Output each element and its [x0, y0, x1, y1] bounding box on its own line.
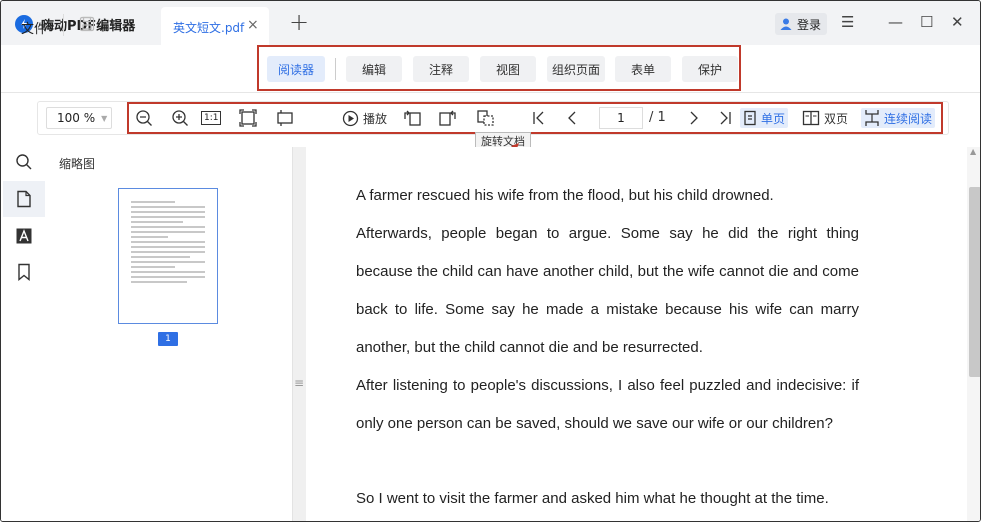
double-page-button[interactable]: 双页 — [802, 108, 848, 128]
text-icon[interactable] — [15, 227, 33, 249]
login-button[interactable]: 登录 — [775, 13, 828, 35]
minimize-button[interactable]: — — [888, 13, 903, 31]
actual-size-label: 1:1 — [201, 111, 222, 125]
last-page-icon[interactable] — [717, 108, 733, 128]
zoom-value: 100 % — [57, 111, 96, 125]
page-number-badge: 1 — [158, 332, 178, 346]
maximize-button[interactable]: ☐ — [920, 13, 933, 31]
ribbon-tab-edit[interactable]: 编辑 — [346, 56, 402, 82]
play-icon — [342, 110, 359, 126]
page-thumbnail[interactable] — [118, 188, 218, 324]
document-tab[interactable]: 英文短文.pdf × — [161, 7, 269, 45]
document-paragraph: Afterwards, people began to argue. Some … — [356, 225, 859, 356]
previous-page-icon[interactable] — [564, 108, 580, 128]
double-page-label: 双页 — [824, 111, 849, 126]
scroll-up-icon[interactable]: ▲ — [970, 147, 976, 156]
ribbon-tab-view[interactable]: 视图 — [480, 56, 536, 82]
fit-width-icon[interactable] — [276, 108, 294, 128]
single-page-button[interactable]: 单页 — [740, 108, 789, 128]
close-window-button[interactable]: ✕ — [951, 13, 964, 31]
ribbon-tab-reader[interactable]: 阅读器 — [267, 56, 325, 82]
zoom-select[interactable]: 100 % ▼ — [46, 107, 112, 129]
play-label: 播放 — [363, 111, 388, 126]
single-page-icon — [744, 110, 756, 126]
fit-page-icon[interactable] — [239, 108, 257, 128]
zoom-out-icon[interactable] — [135, 108, 153, 128]
play-button[interactable]: 播放 — [342, 108, 387, 128]
ribbon-tab-organize-pages[interactable]: 组织页面 — [547, 56, 605, 82]
app-window: 嗨动PDF编辑器 英文短文.pdf × + 登录 ☰ — ☐ ✕ 文件 阅读器 … — [0, 0, 981, 522]
document-paragraph: After listening to people's discussions,… — [356, 377, 859, 432]
bookmark-icon[interactable] — [15, 263, 33, 285]
ribbon-tab-forms[interactable]: 表单 — [615, 56, 671, 82]
search-icon[interactable] — [15, 153, 33, 175]
rotate-right-icon[interactable] — [438, 108, 458, 128]
page-thumbnail-icon[interactable] — [15, 190, 33, 212]
first-page-icon[interactable] — [531, 108, 547, 128]
actual-size-button[interactable]: 1:1 — [201, 108, 222, 128]
title-bar — [1, 1, 980, 45]
tab-close-icon[interactable]: × — [247, 17, 259, 33]
tab-label: 英文短文.pdf — [173, 21, 245, 35]
page-total: / 1 — [649, 110, 666, 125]
chevron-down-icon: ▼ — [101, 113, 108, 123]
document-paragraph: So I went to visit the farmer and asked … — [356, 490, 829, 507]
ribbon-tab-annotate[interactable]: 注释 — [413, 56, 469, 82]
drag-handle-icon[interactable]: ≡ — [294, 376, 304, 390]
main-menu-icon[interactable]: ☰ — [841, 13, 854, 31]
next-page-icon[interactable] — [686, 108, 702, 128]
document-paragraph: A farmer rescued his wife from the flood… — [356, 187, 774, 204]
divider — [63, 14, 64, 36]
new-tab-button[interactable]: + — [289, 9, 309, 35]
continuous-reading-label: 连续阅读 — [884, 111, 933, 126]
file-menu[interactable]: 文件 — [21, 18, 47, 37]
scrollbar-thumb[interactable] — [969, 187, 980, 377]
login-label: 登录 — [797, 17, 822, 32]
zoom-in-icon[interactable] — [171, 108, 189, 128]
save-icon[interactable] — [79, 16, 95, 36]
rotate-left-icon[interactable] — [403, 108, 423, 128]
panel-splitter[interactable] — [292, 147, 306, 521]
ribbon-tab-protect[interactable]: 保护 — [682, 56, 738, 82]
ribbon-separator — [335, 58, 336, 80]
user-icon — [780, 18, 792, 30]
continuous-reading-button[interactable]: 连续阅读 — [861, 108, 936, 128]
thumbnail-panel-title: 缩略图 — [59, 157, 96, 171]
single-page-label: 单页 — [761, 111, 786, 126]
double-page-icon — [802, 110, 820, 126]
rotate-document-icon[interactable] — [476, 108, 496, 128]
continuous-scroll-icon — [865, 110, 879, 126]
page-number-input[interactable]: 1 — [599, 107, 643, 129]
